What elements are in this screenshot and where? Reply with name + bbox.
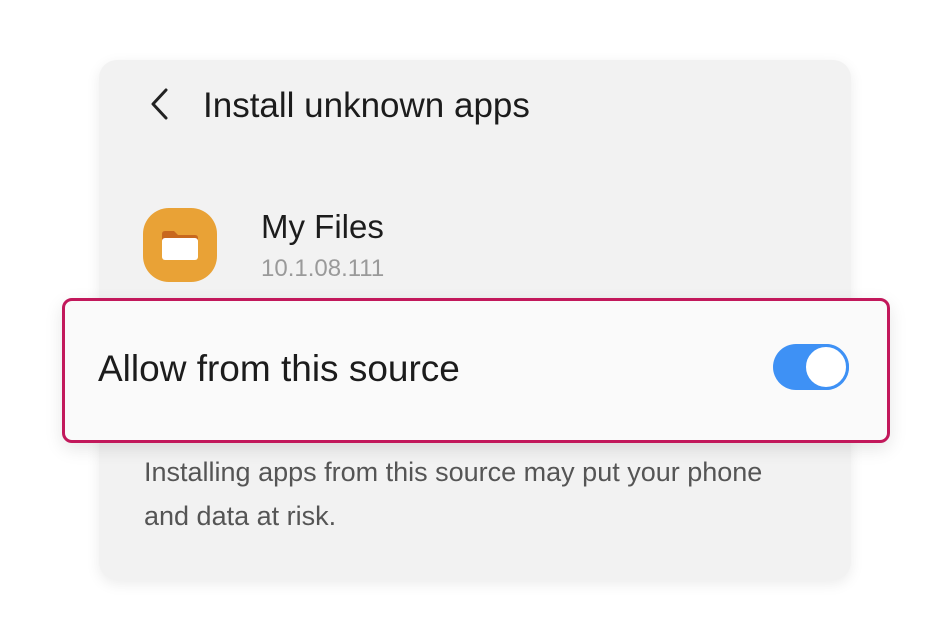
app-version: 10.1.08.111 xyxy=(261,255,385,282)
app-name: My Files xyxy=(261,208,384,245)
screen: Install unknown apps My Files 10.1.08.11… xyxy=(0,0,950,640)
page-title: Install unknown apps xyxy=(203,86,530,125)
back-button[interactable] xyxy=(139,82,179,126)
app-info: My Files 10.1.08.111 xyxy=(99,200,851,290)
allow-from-source-label: Allow from this source xyxy=(98,348,460,389)
warning-text: Installing apps from this source may put… xyxy=(144,457,763,531)
app-icon xyxy=(143,208,217,282)
toggle-knob xyxy=(803,344,849,390)
allow-from-source-row[interactable]: Allow from this source xyxy=(62,298,890,443)
header: Install unknown apps xyxy=(99,60,851,150)
folder-icon xyxy=(162,231,198,260)
chevron-left-icon xyxy=(151,88,168,120)
allow-from-source-toggle[interactable] xyxy=(773,344,849,390)
